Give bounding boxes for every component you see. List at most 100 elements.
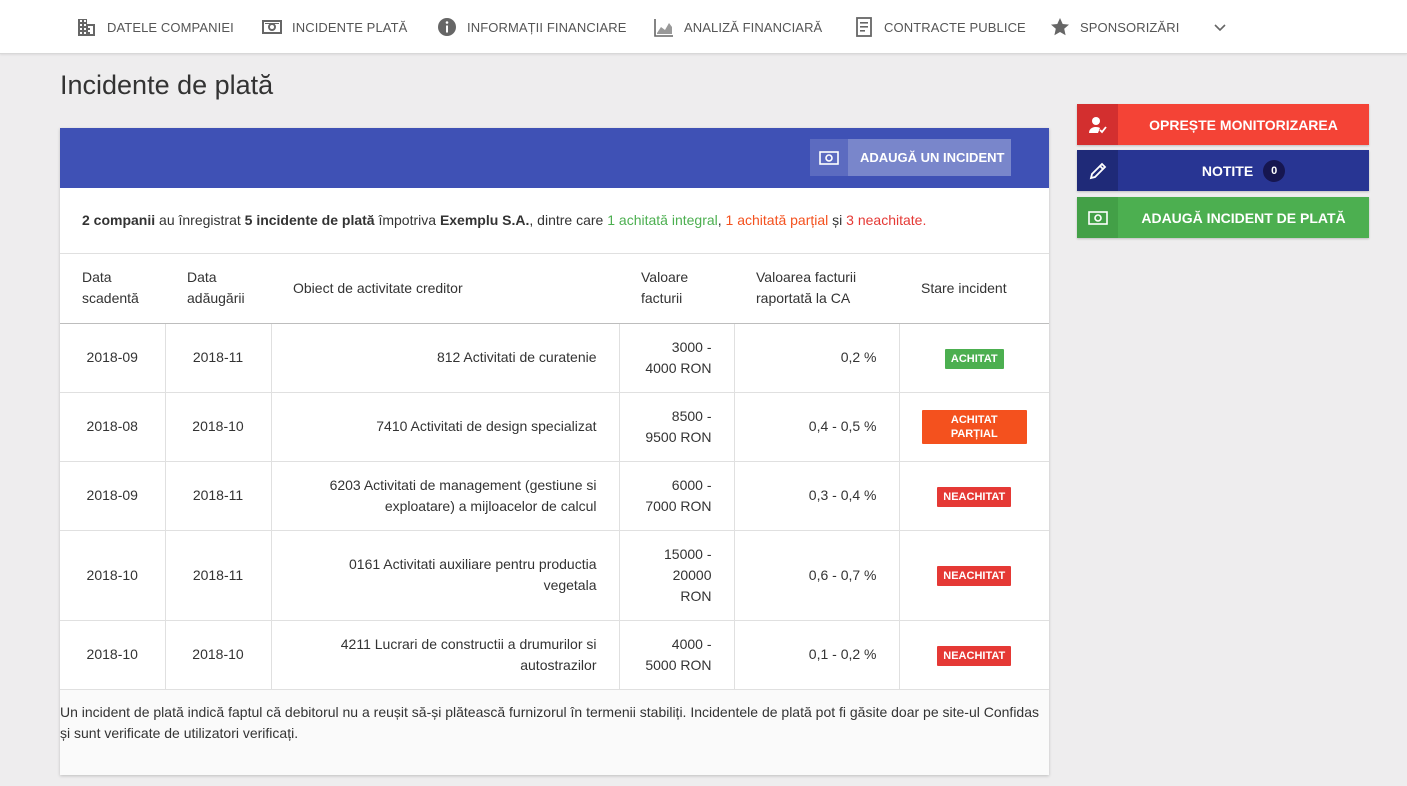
status-badge: NEACHITAT — [937, 645, 1012, 666]
cell-status: NEACHITAT — [899, 530, 1049, 621]
cell-due-date: 2018-09 — [60, 461, 166, 531]
cell-invoice-value: 8500 - 9500 RON — [619, 392, 735, 462]
summary-paid: 1 achitată integral — [607, 212, 718, 228]
summary-text: , — [717, 212, 726, 228]
add-incident-label: ADAUGĂ UN INCIDENT — [860, 150, 1005, 165]
table-row: 2018-09 2018-11 6203 Activitati de manag… — [60, 461, 1049, 531]
chevron-down-icon — [1210, 17, 1230, 37]
cell-added-date: 2018-11 — [165, 461, 272, 531]
notes-label: NOTITE — [1201, 162, 1254, 179]
table-row: 2018-10 2018-10 4211 Lucrari de construc… — [60, 620, 1049, 690]
cell-ratio: 0,4 - 0,5 % — [734, 392, 900, 462]
nav-item-label: INFORMAȚII FINANCIARE — [467, 19, 627, 35]
summary-box: 2 companii au înregistrat 5 incidente de… — [60, 188, 1049, 254]
nav-item-company-data[interactable]: DATELE COMPANIEI — [77, 0, 234, 54]
page-title: Incidente de plată — [60, 70, 274, 100]
stop-monitoring-button[interactable]: OPREȘTE MONITORIZAREA — [1077, 104, 1369, 145]
summary-partial: 1 achitată parțial — [725, 212, 829, 228]
cell-added-date: 2018-10 — [165, 392, 272, 462]
nav-item-public-contracts[interactable]: CONTRACTE PUBLICE — [854, 0, 1026, 54]
nav-item-sponsorships[interactable]: SPONSORIZĂRI — [1050, 0, 1179, 54]
header-ratio: Valoarea facturii raportată la CA — [734, 254, 899, 324]
status-badge: ACHITAT — [944, 348, 1004, 369]
cell-activity: 4211 Lucrari de constructii a drumurilor… — [271, 620, 620, 690]
cell-invoice-value: 3000 - 4000 RON — [619, 323, 735, 393]
card-header: ADAUGĂ UN INCIDENT — [60, 128, 1049, 188]
star-icon — [1050, 17, 1070, 37]
nav-item-label: INCIDENTE PLATĂ — [292, 19, 408, 35]
cell-due-date: 2018-08 — [60, 392, 166, 462]
cell-status: ACHITAT PARȚIAL — [899, 392, 1049, 462]
header-invoice-value: Valoare facturii — [619, 254, 734, 324]
cell-invoice-value: 4000 - 5000 RON — [619, 620, 735, 690]
header-added-date: Data adăugării — [165, 254, 271, 324]
nav-item-label: ANALIZĂ FINANCIARĂ — [684, 19, 823, 35]
incidents-table: Data scadentă Data adăugării Obiect de a… — [60, 254, 1049, 690]
incident-footnote: Un incident de plată indică faptul că de… — [60, 704, 1040, 741]
status-badge: NEACHITAT — [937, 566, 1012, 586]
cell-activity: 812 Activitati de curatenie — [271, 323, 620, 393]
table-row: 2018-08 2018-10 7410 Activitati de desig… — [60, 392, 1049, 462]
header-status: Stare incident — [899, 254, 1049, 324]
summary-end: . — [922, 212, 927, 228]
add-payment-incident-button[interactable]: ADAUGĂ INCIDENT DE PLATĂ — [1077, 197, 1369, 238]
top-navigation: DATELE COMPANIEI INCIDENTE PLATĂ INFORMA… — [0, 0, 1407, 54]
nav-more-button[interactable] — [1210, 0, 1240, 54]
cell-ratio: 0,3 - 0,4 % — [734, 461, 900, 531]
cell-ratio: 0,1 - 0,2 % — [734, 620, 900, 690]
info-icon — [437, 17, 457, 37]
nav-item-payment-incidents[interactable]: INCIDENTE PLATĂ — [262, 0, 407, 54]
nav-item-label: DATELE COMPANIEI — [107, 19, 234, 35]
cell-ratio: 0,2 % — [734, 323, 900, 393]
cell-status: ACHITAT — [899, 323, 1049, 393]
table-row: 2018-09 2018-11 812 Activitati de curate… — [60, 323, 1049, 393]
cell-invoice-value: 6000 - 7000 RON — [619, 461, 735, 531]
cell-invoice-value: 15000 - 20000 RON — [619, 530, 735, 621]
table-row: 2018-10 2018-11 0161 Activitati auxiliar… — [60, 530, 1049, 621]
cell-activity: 7410 Activitati de design specializat — [271, 392, 620, 462]
payment-incidents-card: ADAUGĂ UN INCIDENT 2 companii au înregis… — [60, 128, 1049, 775]
cash-icon — [262, 17, 282, 37]
area-chart-icon — [654, 17, 674, 37]
pencil-icon — [1077, 150, 1118, 191]
cell-due-date: 2018-10 — [60, 620, 166, 690]
cell-status: NEACHITAT — [899, 461, 1049, 531]
notes-label-wrap: NOTITE 0 — [1118, 159, 1369, 182]
nav-item-label: SPONSORIZĂRI — [1080, 19, 1180, 35]
summary-incidents: 5 incidente de plată — [244, 212, 375, 228]
summary-company: Exemplu S.A. — [439, 212, 530, 228]
summary-text: , dintre care — [529, 212, 608, 228]
cash-icon — [1077, 197, 1118, 238]
summary-text: împotriva — [374, 212, 440, 228]
cell-due-date: 2018-09 — [60, 323, 166, 393]
user-remove-icon — [1077, 104, 1118, 145]
cell-added-date: 2018-11 — [165, 530, 272, 621]
summary-unpaid: 3 neachitate — [846, 212, 923, 228]
add-incident-button[interactable]: ADAUGĂ UN INCIDENT — [810, 139, 1011, 176]
add-payment-incident-label: ADAUGĂ INCIDENT DE PLATĂ — [1141, 209, 1346, 226]
stop-monitoring-label: OPREȘTE MONITORIZAREA — [1149, 116, 1338, 133]
notes-count-badge: 0 — [1263, 159, 1286, 182]
cell-activity: 0161 Activitati auxiliare pentru product… — [271, 530, 620, 621]
cash-icon — [810, 139, 848, 176]
summary-companies: 2 companii — [82, 212, 156, 228]
nav-item-financial-analysis[interactable]: ANALIZĂ FINANCIARĂ — [654, 0, 822, 54]
cell-status: NEACHITAT — [899, 620, 1049, 690]
status-badge: NEACHITAT — [937, 486, 1012, 507]
document-icon — [854, 17, 874, 37]
status-badge: ACHITAT PARȚIAL — [921, 409, 1027, 444]
header-due-date: Data scadentă — [60, 254, 165, 324]
cell-added-date: 2018-11 — [165, 323, 272, 393]
notes-button[interactable]: NOTITE 0 — [1077, 150, 1369, 191]
cell-added-date: 2018-10 — [165, 620, 272, 690]
cell-due-date: 2018-10 — [60, 530, 166, 621]
building-icon — [77, 17, 97, 37]
cell-activity: 6203 Activitati de management (gestiune … — [271, 461, 620, 531]
summary-text: au înregistrat — [155, 212, 245, 228]
table-header-row: Data scadentă Data adăugării Obiect de a… — [60, 254, 1049, 324]
nav-item-financial-info[interactable]: INFORMAȚII FINANCIARE — [437, 0, 627, 54]
header-activity: Obiect de activitate creditor — [271, 254, 619, 324]
nav-item-label: CONTRACTE PUBLICE — [884, 19, 1026, 35]
incidents-summary: 2 companii au înregistrat 5 incidente de… — [82, 212, 926, 228]
cell-ratio: 0,6 - 0,7 % — [734, 530, 900, 621]
